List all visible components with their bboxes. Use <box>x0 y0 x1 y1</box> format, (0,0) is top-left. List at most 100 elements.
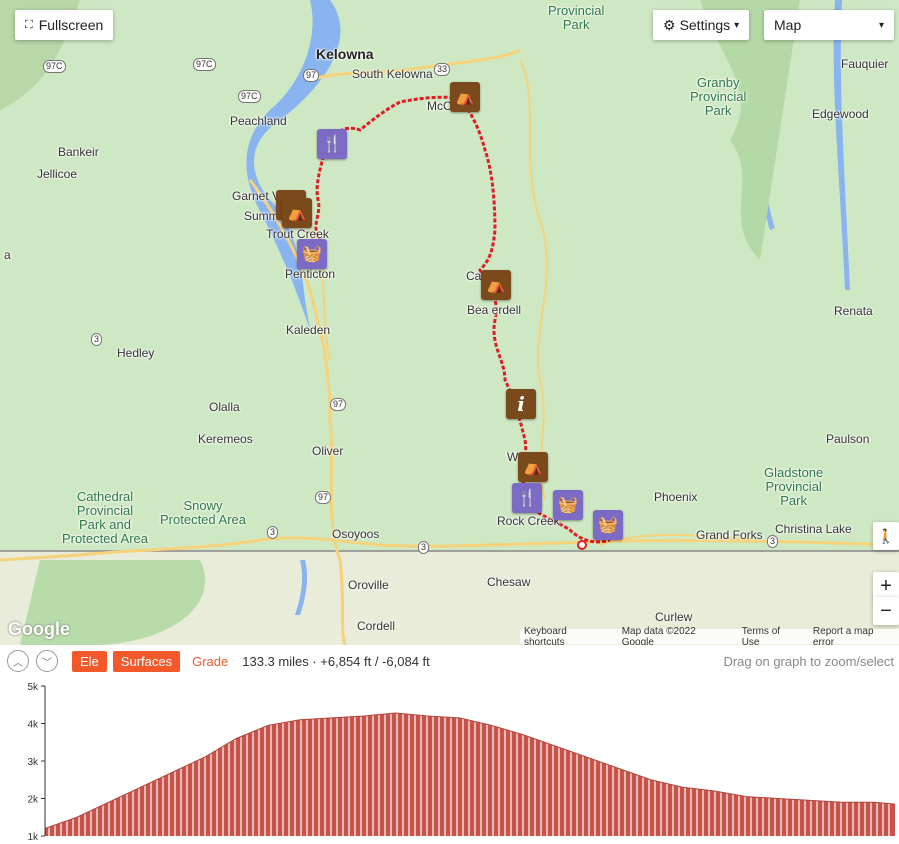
minus-icon: − <box>880 599 892 622</box>
label-kaleden: Kaleden <box>286 323 331 337</box>
zoom-in-button[interactable]: + <box>873 572 899 600</box>
park-gladstone: Gladstone Provincial Park <box>764 465 824 508</box>
map-view[interactable]: Kelowna South Kelowna Peachland Bankeir … <box>0 0 899 645</box>
label-curlew: Curlew <box>655 610 693 624</box>
campground-marker[interactable]: ⛺ <box>282 198 312 228</box>
label-summerland: Summ <box>244 209 279 223</box>
plus-icon: + <box>880 574 892 597</box>
highway-shield: 3 <box>267 526 279 539</box>
basket-icon: 🧺 <box>302 246 322 263</box>
tab-elevation[interactable]: Ele <box>72 650 107 672</box>
label-fauquier: Fauquier <box>841 57 889 71</box>
info-icon: i <box>517 392 525 416</box>
tab-grade[interactable]: Grade <box>192 654 228 669</box>
label-christina-lake: Christina Lake <box>775 522 852 536</box>
y-tick-label: 2k <box>27 795 39 806</box>
chevron-down-icon: ▾ <box>734 19 740 31</box>
expand-down-button[interactable]: ﹀ <box>36 650 58 672</box>
label-bankeir: Bankeir <box>58 145 99 159</box>
grocery-marker[interactable]: 🧺 <box>593 510 623 540</box>
elevation-area <box>45 713 895 836</box>
campground-marker[interactable]: ⛺ <box>518 452 548 482</box>
label-renata: Renata <box>834 304 873 318</box>
tent-icon: ⛺ <box>486 277 506 294</box>
label-edgewood: Edgewood <box>812 107 869 121</box>
y-tick-label: 1k <box>27 832 39 843</box>
park-snowy: Snowy Protected Area <box>160 498 246 527</box>
highway-shield: 3 <box>91 333 103 346</box>
label-oroville: Oroville <box>348 578 389 592</box>
label-beaverdell: Bea erdell <box>467 303 522 317</box>
grocery-marker[interactable]: 🧺 <box>297 239 327 269</box>
street-view-pegman[interactable]: 🚶 <box>873 522 899 550</box>
campground-marker[interactable]: ⛺ <box>481 270 511 300</box>
highway-shield: 3 <box>767 535 779 548</box>
label-keremeos: Keremeos <box>198 432 253 446</box>
map-type-select[interactable]: Map ▾ <box>764 10 894 40</box>
highway-shield: 97C <box>238 90 261 103</box>
google-logo: Google <box>8 619 70 639</box>
label-oliver: Oliver <box>312 444 344 458</box>
y-tick-label: 4k <box>27 720 39 731</box>
elevation-toolbar: ︿ ﹀ Ele Surfaces Grade 133.3 miles · +6,… <box>0 645 899 677</box>
label-paulson: Paulson <box>826 432 870 446</box>
label-osoyoos: Osoyoos <box>332 527 380 541</box>
highway-shield: 97C <box>43 60 66 73</box>
park-provincial-top: Provincial Park <box>548 3 605 32</box>
graph-hint: Drag on graph to zoom/select <box>723 653 894 669</box>
label-peachland: Peachland <box>230 114 287 128</box>
pegman-icon: 🚶 <box>877 527 895 544</box>
park-cathedral: Cathedral Provincial Park and Protected … <box>62 489 148 546</box>
restaurant-marker[interactable]: 🍴 <box>512 483 542 513</box>
settings-label: Settings <box>679 17 731 33</box>
label-rock-creek: Rock Creek <box>497 514 560 528</box>
y-tick-label: 5k <box>27 682 39 693</box>
label-chesaw: Chesaw <box>487 575 531 589</box>
basket-icon: 🧺 <box>598 517 618 534</box>
report-error-link[interactable]: Report a map error <box>813 626 895 646</box>
zoom-out-button[interactable]: − <box>873 597 899 625</box>
label-mcculloch: McC <box>427 99 452 113</box>
chevron-down-icon: ﹀ <box>42 657 52 669</box>
gear-icon: ⚙ <box>663 16 676 33</box>
grocery-marker[interactable]: 🧺 <box>553 490 583 520</box>
map-attribution: Keyboard shortcuts Map data ©2022 Google… <box>520 625 899 646</box>
map-data-text: Map data ©2022 Google <box>621 625 696 646</box>
fork-knife-icon: 🍴 <box>322 136 342 153</box>
label-carmi: Ca <box>466 269 482 283</box>
elevation-chart[interactable]: 5k 4k 3k 2k 1k <box>0 677 899 844</box>
highway-shield: 97C <box>193 58 216 71</box>
collapse-up-button[interactable]: ︿ <box>7 650 29 672</box>
label-edge: a <box>4 248 11 262</box>
route-stats: 133.3 miles · +6,854 ft / -6,084 ft <box>242 653 430 669</box>
chevron-up-icon: ︿ <box>13 657 23 669</box>
label-cordell: Cordell <box>357 619 396 633</box>
restaurant-marker[interactable]: 🍴 <box>317 129 347 159</box>
park-granby: Granby Provincial Park <box>690 75 747 118</box>
label-kelowna: Kelowna <box>316 46 374 62</box>
label-jellicoe: Jellicoe <box>37 167 78 181</box>
label-olalla: Olalla <box>209 400 240 414</box>
highway-shield: 97 <box>303 69 320 82</box>
label-penticton: Penticton <box>285 267 336 281</box>
info-marker[interactable]: i <box>506 389 536 419</box>
label-south-kelowna: South Kelowna <box>352 67 433 81</box>
highway-shield: 3 <box>418 541 430 554</box>
tent-icon: ⛺ <box>287 205 307 222</box>
label-phoenix: Phoenix <box>654 490 698 504</box>
keyboard-shortcuts-link[interactable]: Keyboard shortcuts <box>524 626 608 646</box>
settings-button[interactable]: ⚙ Settings ▾ <box>653 10 750 40</box>
fork-knife-icon: 🍴 <box>517 490 537 507</box>
campground-marker[interactable]: ⛺ <box>450 82 480 112</box>
highway-shield: 97 <box>330 398 347 411</box>
fullscreen-button[interactable]: ⛶ Fullscreen <box>15 10 114 40</box>
map-type-value: Map <box>774 17 802 33</box>
label-grand-forks: Grand Forks <box>696 528 763 542</box>
tent-icon: ⛺ <box>455 89 475 106</box>
tent-icon: ⛺ <box>523 459 543 476</box>
tab-surfaces[interactable]: Surfaces <box>112 650 181 672</box>
terms-link[interactable]: Terms of Use <box>742 626 799 646</box>
highway-shield: 97 <box>315 491 332 504</box>
highway-shield: 33 <box>434 63 451 76</box>
fullscreen-label: Fullscreen <box>38 17 104 33</box>
